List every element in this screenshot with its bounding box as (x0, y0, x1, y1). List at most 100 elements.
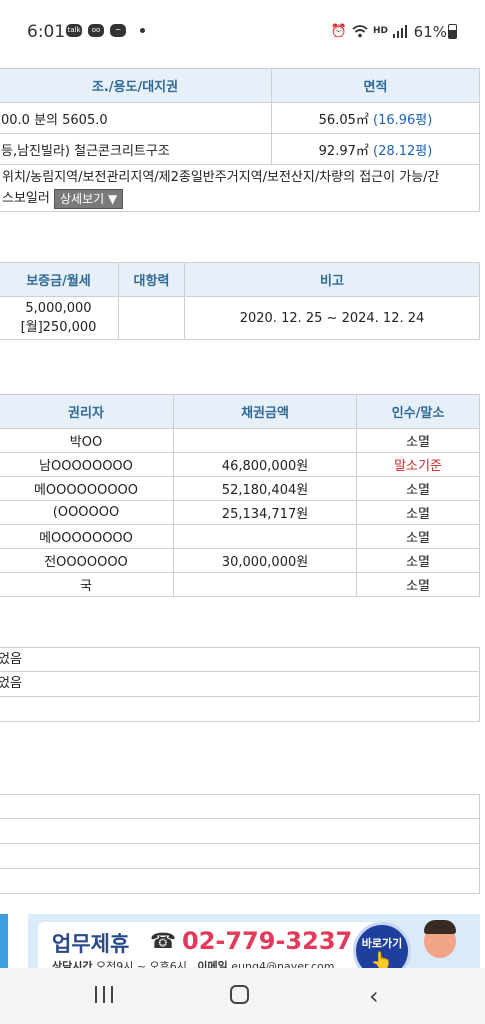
area-value: 56.05㎡ (318, 112, 369, 128)
area-value: 92.97㎡ (318, 143, 369, 159)
clock: 6:01 (27, 22, 66, 42)
amount-cell (173, 428, 357, 453)
avatar-hair (424, 920, 456, 934)
pyeong-value: (16.96평) (373, 112, 433, 128)
list-item: 었음 (0, 647, 480, 672)
opposing-power-cell (118, 296, 185, 340)
share-cell: 00.0 분의 5605.0 (0, 102, 272, 134)
list-item: 었음 (0, 672, 480, 697)
detail-button[interactable]: 상세보기 ▼ (53, 188, 124, 209)
holder-cell: 박OO (0, 428, 174, 453)
amount-cell: 25,134,717원 (173, 500, 357, 525)
area-cell: 56.05㎡ (16.96평) (271, 102, 480, 134)
header-holder: 권리자 (0, 394, 174, 429)
back-icon[interactable]: ‹ (369, 982, 379, 1010)
header-claim-amount: 채권금액 (173, 394, 357, 429)
email-label: 이메일 (197, 960, 228, 968)
list-item (0, 794, 480, 819)
list-item (0, 844, 480, 869)
list-item (0, 869, 480, 894)
banner-panel: 업무제휴 ☎ 02-779-3237 상담시간 오전9시 ~ 오후6시 이메일 … (38, 922, 388, 968)
holder-cell: 메OOOOOOOOO (0, 476, 174, 501)
partnership-banner[interactable]: 업무제휴 ☎ 02-779-3237 상담시간 오전9시 ~ 오후6시 이메일 … (28, 914, 480, 968)
phone-icon: ☎ (150, 929, 177, 953)
pointer-hand-icon: 👆 (370, 951, 394, 968)
amount-cell (173, 524, 357, 549)
alarm-icon: ⏰ (330, 24, 347, 39)
status-cell: 소멸 (356, 524, 480, 549)
status-cell: 소멸 (356, 500, 480, 525)
holder-cell: 국 (0, 572, 174, 597)
header-deposit: 보증금/월세 (0, 262, 119, 297)
table-row: 남OOOOOOOO 46,800,000원 말소기준 (0, 452, 480, 477)
list-item (0, 819, 480, 844)
hd-voice-icon: HD (372, 26, 388, 36)
banner-hours: 상담시간 오전9시 ~ 오후6시 이메일 eung4@naver.com (52, 958, 334, 968)
recent-apps-icon[interactable] (95, 986, 113, 1003)
status-bar: 6:01 talk oo ~ ⏰ HD 61% (0, 0, 485, 62)
notes-list: 었음 었음 (0, 647, 480, 722)
wifi-icon (352, 25, 368, 38)
amount-cell: 46,800,000원 (173, 452, 357, 477)
rent-value: [월]250,000 (20, 320, 97, 335)
header-opposing-power: 대항력 (118, 262, 185, 297)
hours-value: 오전9시 ~ 오후6시 (95, 960, 187, 968)
table-row: 5,000,000 [월]250,000 2020. 12. 25 ~ 2024… (0, 296, 480, 340)
banner-phone[interactable]: 02-779-3237 (182, 927, 352, 955)
amount-cell: 52,180,404원 (173, 476, 357, 501)
remark-cell: 2020. 12. 25 ~ 2024. 12. 24 (184, 296, 480, 340)
header-area: 면적 (271, 68, 480, 103)
status-cell: 소멸 (356, 476, 480, 501)
status-cell: 소멸 (356, 572, 480, 597)
lease-table: 보증금/월세 대항력 비고 5,000,000 [월]250,000 2020.… (0, 262, 480, 340)
notification-icons: talk oo ~ (66, 24, 145, 37)
talk-icon: talk (66, 24, 82, 37)
messenger-icon: ~ (110, 24, 126, 37)
building-table: 조./용도/대지권 면적 00.0 분의 5605.0 56.05㎡ (16.9… (0, 68, 480, 212)
table-row: 메OOOOOOOO 소멸 (0, 524, 480, 549)
dot-icon (140, 28, 145, 33)
status-cell: 소멸 (356, 428, 480, 453)
table-row: (OOOOOO 25,134,717원 소멸 (0, 500, 480, 525)
hours-label: 상담시간 (52, 960, 93, 968)
status-cell: 소멸 (356, 548, 480, 573)
empty-list (0, 794, 480, 894)
amount-cell: 30,000,000원 (173, 548, 357, 573)
table-row: 박OO 소멸 (0, 428, 480, 453)
banner-title: 업무제휴 (52, 932, 130, 956)
side-banner-edge[interactable] (0, 914, 8, 968)
holder-cell: 메OOOOOOOO (0, 524, 174, 549)
mascot-avatar (420, 918, 460, 962)
header-status: 인수/말소 (356, 394, 480, 429)
system-icons: ⏰ HD (331, 24, 407, 39)
table-row: 위치/농림지역/보전관리지역/제2종일반주거지역/보전산지/차량의 접근이 가능… (0, 164, 480, 212)
rights-table: 권리자 채권금액 인수/말소 박OO 소멸 남OOOOOOOO 46,800,0… (0, 394, 480, 597)
structure-cell: 등,남진빌라) 철근콘크리트구조 (0, 133, 272, 165)
location-note: 위치/농림지역/보전관리지역/제2종일반주거지역/보전산지/차량의 접근이 가능… (0, 164, 480, 212)
home-icon[interactable] (230, 985, 249, 1004)
go-button[interactable]: 바로가기 👆 (353, 922, 411, 968)
area-cell: 92.97㎡ (28.12평) (271, 133, 480, 165)
go-button-label: 바로가기 (361, 937, 403, 950)
list-item (0, 697, 480, 722)
table-row: 등,남진빌라) 철근콘크리트구조 92.97㎡ (28.12평) (0, 133, 480, 165)
holder-cell: 전OOOOOOO (0, 548, 174, 573)
table-row: 00.0 분의 5605.0 56.05㎡ (16.96평) (0, 102, 480, 134)
email-value: eung4@naver.com (231, 960, 335, 968)
pyeong-value: (28.12평) (373, 143, 433, 159)
status-cell-baseline: 말소기준 (356, 452, 480, 477)
battery-icon (448, 24, 457, 39)
table-row: 전OOOOOOO 30,000,000원 소멸 (0, 548, 480, 573)
holder-cell: (OOOOOO (0, 500, 174, 525)
deposit-value: 5,000,000 (25, 301, 92, 316)
header-remark: 비고 (184, 262, 480, 297)
navigation-bar: ‹ (0, 968, 485, 1024)
holder-cell: 남OOOOOOOO (0, 452, 174, 477)
table-row: 메OOOOOOOOO 52,180,404원 소멸 (0, 476, 480, 501)
table-row: 국 소멸 (0, 572, 480, 597)
voicemail-icon: oo (88, 24, 104, 37)
header-structure: 조./용도/대지권 (0, 68, 272, 103)
deposit-cell: 5,000,000 [월]250,000 (0, 296, 119, 340)
battery-level: 61% (413, 23, 447, 41)
signal-icon (393, 25, 407, 38)
